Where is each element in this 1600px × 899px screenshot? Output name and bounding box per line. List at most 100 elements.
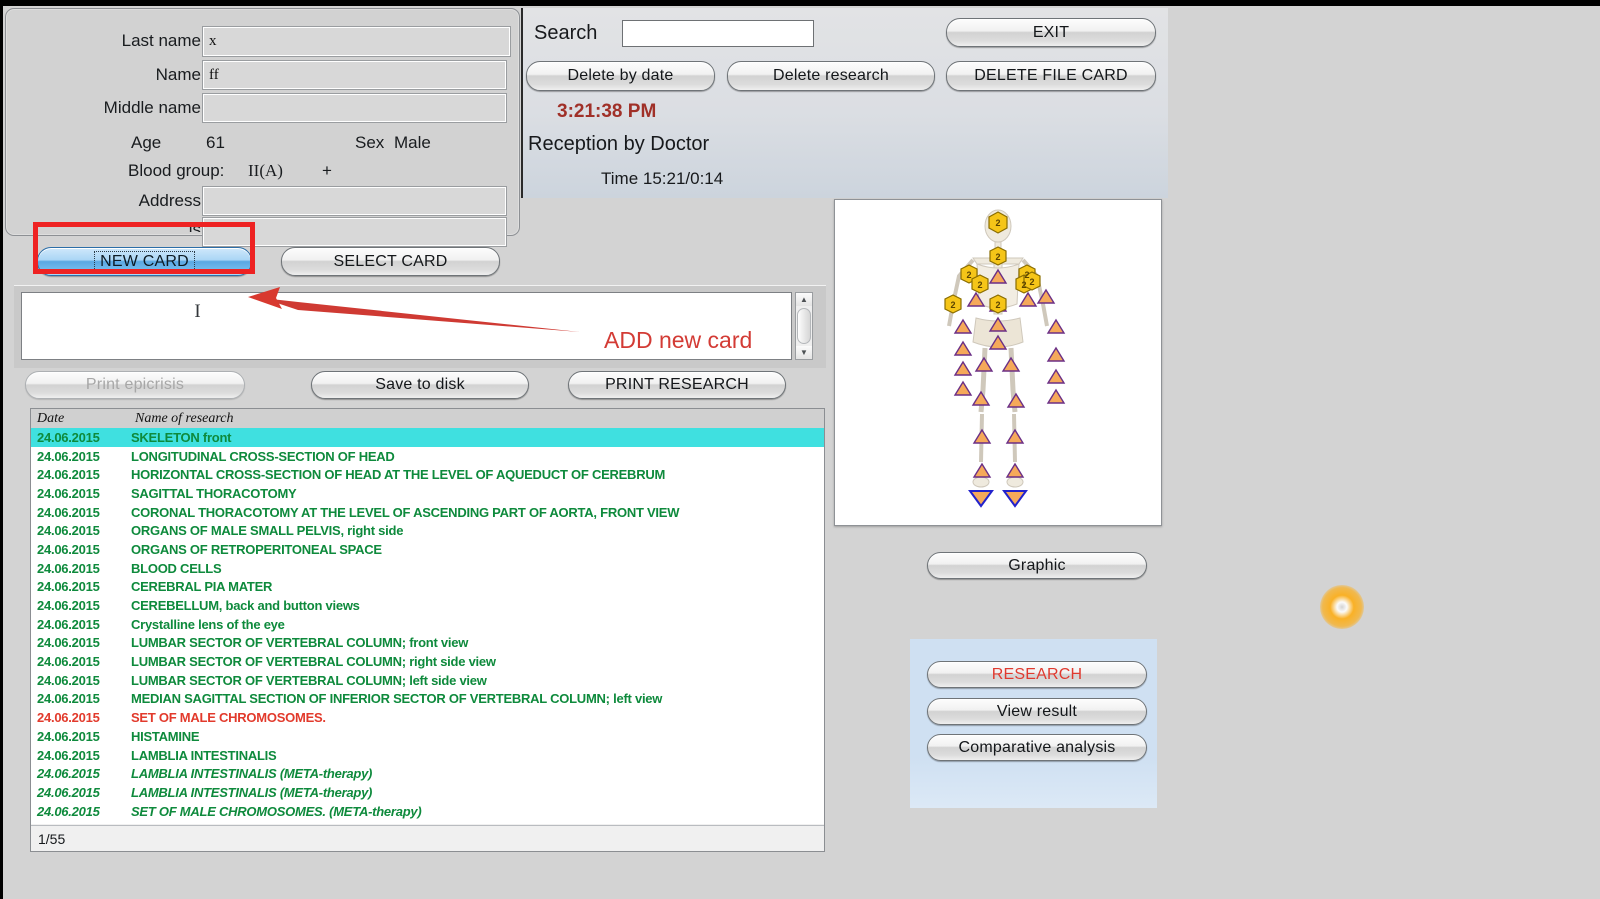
table-row[interactable]: 24.06.2015 CEREBELLUM, back and button vi…: [31, 596, 824, 615]
text-caret-icon: I: [194, 301, 201, 322]
row-date: 24.06.2015: [37, 728, 100, 744]
row-name: ORGANS OF MALE SMALL PELVIS, right side: [131, 523, 404, 539]
is-input[interactable]: [202, 217, 507, 247]
research-button[interactable]: RESEARCH: [927, 661, 1147, 688]
name-input[interactable]: ff: [202, 60, 507, 90]
table-row[interactable]: 24.06.2015 SAGITTAL THORACOTOMY: [31, 484, 824, 503]
middle-name-label: Middle name: [103, 98, 201, 117]
patient-card-panel: Last name x Name ff Middle name Age 61 S…: [5, 8, 520, 247]
row-date: 24.06.2015: [37, 747, 100, 763]
table-row[interactable]: 24.06.2015 LUMBAR SECTOR OF VERTEBRAL COL…: [31, 671, 824, 690]
age-value: 61: [206, 133, 225, 152]
delete-by-date-button[interactable]: Delete by date: [526, 61, 715, 91]
row-name: HISTAMINE: [131, 728, 200, 744]
scrollbar-thumb[interactable]: [797, 308, 811, 344]
table-row[interactable]: 24.06.2015 SET OF MALE CHROMOSOMES.: [31, 708, 824, 727]
svg-text:2: 2: [1021, 280, 1026, 290]
editor-scrollbar[interactable]: ▲ ▼: [795, 292, 813, 360]
row-name: SET OF MALE CHROMOSOMES. (META-therapy): [131, 803, 422, 819]
exit-button[interactable]: EXIT: [946, 18, 1156, 47]
table-row[interactable]: 24.06.2015 CORONAL THORACOTOMY AT THE LEV…: [31, 503, 824, 522]
column-header-date: Date: [37, 411, 65, 426]
select-card-button[interactable]: SELECT CARD: [281, 247, 500, 276]
row-name: LONGITUDINAL CROSS-SECTION OF HEAD: [131, 448, 395, 464]
table-row[interactable]: 24.06.2015 LUMBAR SECTOR OF VERTEBRAL COL…: [31, 634, 824, 653]
window-top-bar: [0, 0, 1600, 6]
row-name: SAGITTAL THORACOTOMY: [131, 485, 297, 501]
row-date: 24.06.2015: [37, 579, 100, 595]
table-row[interactable]: 24.06.2015 Crystalline lens of the eye: [31, 615, 824, 634]
row-name: CEREBELLUM, back and button views: [131, 598, 360, 614]
exit-button-label: EXIT: [1032, 23, 1070, 41]
body-map-panel[interactable]: 222 222 222: [834, 199, 1162, 526]
blood-group-value: II(A): [248, 161, 283, 180]
scroll-down-icon[interactable]: ▼: [796, 346, 812, 359]
row-date: 24.06.2015: [37, 691, 100, 707]
row-date: 24.06.2015: [37, 448, 100, 464]
table-row[interactable]: 24.06.2015 LAMBLIA INTESTINALIS: [31, 746, 824, 765]
last-name-label: Last name: [121, 31, 201, 50]
last-name-input[interactable]: x: [202, 26, 511, 57]
row-name: MEDIAN SAGITTAL SECTION OF INFERIOR SECT…: [131, 691, 663, 707]
svg-text:2: 2: [950, 300, 955, 310]
table-row[interactable]: 24.06.2015 ORGANS OF MALE SMALL PELVIS, r…: [31, 521, 824, 540]
table-row[interactable]: 24.06.2015 SET OF MALE CHROMOSOMES. (META…: [31, 802, 824, 821]
age-label: Age: [131, 133, 162, 152]
table-row[interactable]: 24.06.2015 HISTAMINE: [31, 727, 824, 746]
row-name: LAMBLIA INTESTINALIS: [131, 747, 277, 763]
table-row[interactable]: 24.06.2015 LUMBAR SECTOR OF VERTEBRAL COL…: [31, 652, 824, 671]
row-name: CEREBRAL PIA MATER: [131, 579, 273, 595]
row-date: 24.06.2015: [37, 429, 100, 445]
new-card-label: NEW CARD: [94, 250, 195, 273]
research-list-header: Date Name of research: [31, 409, 824, 428]
table-row[interactable]: 24.06.2015 LAMBLIA INTESTINALIS (META-the…: [31, 783, 824, 802]
table-row[interactable]: 24.06.2015 HORIZONTAL CROSS-SECTION OF HE…: [31, 465, 824, 484]
list-status-bar: 1/55: [31, 825, 824, 851]
address-label: Address: [138, 191, 201, 210]
delete-file-card-button[interactable]: DELETE FILE CARD: [946, 61, 1156, 91]
clock-display: 3:21:38 PM: [557, 101, 657, 122]
svg-text:2: 2: [1029, 277, 1034, 287]
row-date: 24.06.2015: [37, 710, 100, 726]
delete-file-card-label: DELETE FILE CARD: [974, 67, 1128, 84]
graphic-button[interactable]: Graphic: [927, 552, 1147, 579]
row-name: Crystalline lens of the eye: [131, 616, 285, 632]
row-date: 24.06.2015: [37, 485, 100, 501]
table-row[interactable]: 24.06.2015 SKELETON front: [31, 428, 824, 447]
table-row[interactable]: 24.06.2015 LONGITUDINAL CROSS-SECTION OF …: [31, 447, 824, 466]
print-research-label: PRINT RESEARCH: [605, 376, 749, 393]
print-epicrisis-button[interactable]: Print epicrisis: [25, 371, 245, 399]
table-row[interactable]: 24.06.2015 ORGANS OF RETROPERITONEAL SPAC…: [31, 540, 824, 559]
delete-research-label: Delete research: [773, 67, 889, 84]
row-name: HORIZONTAL CROSS-SECTION OF HEAD AT THE …: [131, 467, 666, 483]
sex-value: Male: [394, 133, 431, 152]
view-result-button[interactable]: View result: [927, 698, 1147, 725]
table-row[interactable]: 24.06.2015 LAMBLIA INTESTINALIS (META-the…: [31, 764, 824, 783]
delete-by-date-label: Delete by date: [567, 67, 674, 84]
address-input[interactable]: [202, 186, 507, 216]
row-name: LAMBLIA INTESTINALIS (META-therapy): [131, 784, 373, 800]
table-row[interactable]: 24.06.2015 MEDIAN SAGITTAL SECTION OF INF…: [31, 690, 824, 709]
print-research-button[interactable]: PRINT RESEARCH: [568, 371, 786, 399]
svg-text:2: 2: [995, 218, 1000, 228]
middle-name-input[interactable]: [202, 93, 507, 123]
search-input[interactable]: [622, 20, 814, 47]
row-name: CORONAL THORACOTOMY AT THE LEVEL OF ASCE…: [131, 504, 680, 520]
annotation-add-new-card-text: ADD new card: [604, 327, 753, 353]
row-date: 24.06.2015: [37, 467, 100, 483]
table-row[interactable]: 24.06.2015 BLOOD CELLS: [31, 559, 824, 578]
row-name: LUMBAR SECTOR OF VERTEBRAL COLUMN; front…: [131, 635, 469, 651]
table-row[interactable]: 24.06.2015 CEREBRAL PIA MATER: [31, 578, 824, 597]
row-date: 24.06.2015: [37, 635, 100, 651]
row-name: LUMBAR SECTOR OF VERTEBRAL COLUMN; right…: [131, 654, 496, 670]
view-result-label: View result: [996, 702, 1078, 720]
window-left-edge: [0, 0, 3, 899]
comparative-analysis-button[interactable]: Comparative analysis: [927, 734, 1147, 761]
scroll-up-icon[interactable]: ▲: [796, 293, 812, 306]
save-to-disk-button[interactable]: Save to disk: [311, 371, 529, 399]
delete-research-button[interactable]: Delete research: [727, 61, 935, 91]
row-date: 24.06.2015: [37, 504, 100, 520]
cursor-click-indicator: [1320, 585, 1364, 629]
new-card-button[interactable]: NEW CARD: [37, 247, 252, 276]
name-label: Name: [155, 65, 201, 84]
